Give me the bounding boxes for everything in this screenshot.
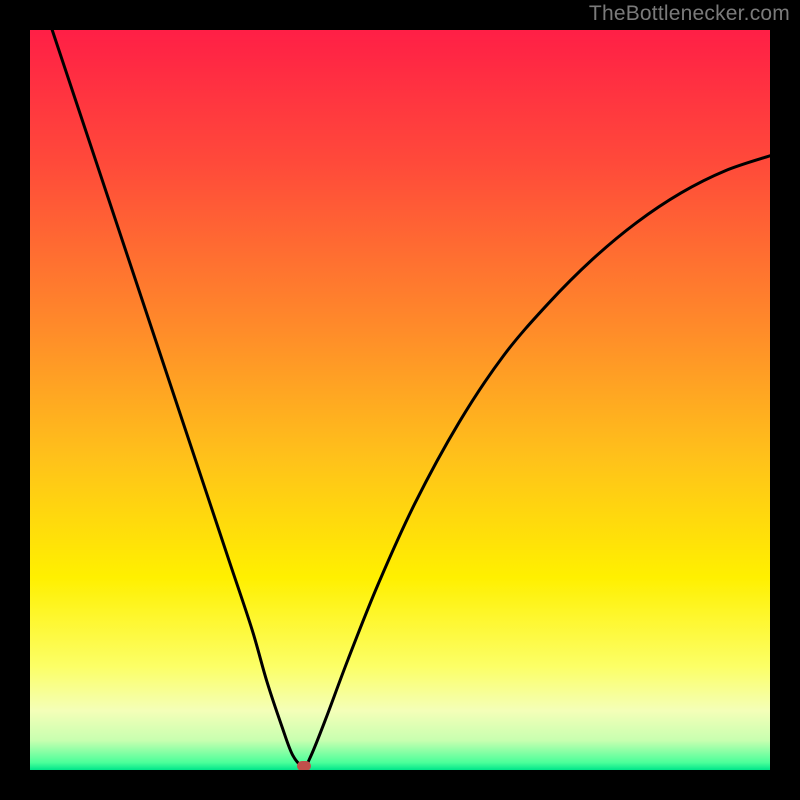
watermark-text: TheBottlenecker.com bbox=[589, 2, 790, 26]
chart-frame: TheBottlenecker.com bbox=[0, 0, 800, 800]
bottleneck-curve-path bbox=[52, 30, 770, 766]
plot-area bbox=[30, 30, 770, 770]
bottleneck-curve bbox=[30, 30, 770, 770]
optimal-point-marker bbox=[297, 761, 311, 770]
